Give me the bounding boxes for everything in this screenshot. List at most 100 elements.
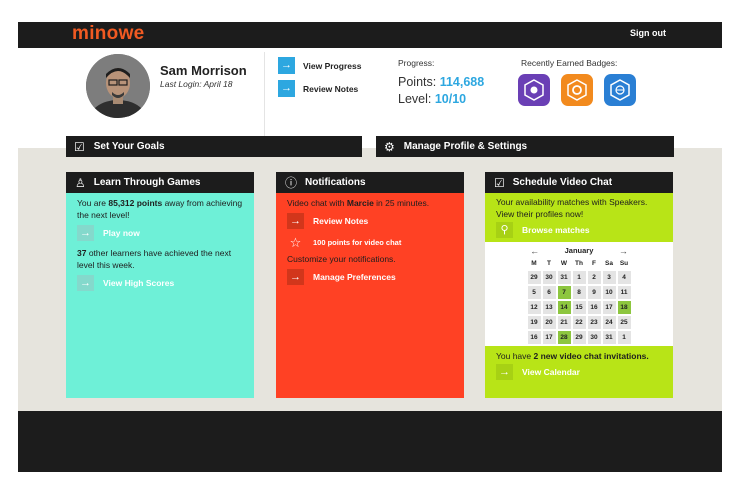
learners-text: 37 other learners have achieved the next… xyxy=(77,247,243,271)
badges-title: Recently Earned Badges: xyxy=(521,58,618,68)
set-goals-button[interactable]: ☑ Set Your Goals xyxy=(66,136,362,157)
schedule-card-body: Your availability matches with Speakers.… xyxy=(485,193,673,398)
games-card-body: You are 85,312 points away from achievin… xyxy=(66,193,254,398)
view-calendar-button[interactable]: → View Calendar xyxy=(496,364,662,380)
next-month-button[interactable]: → xyxy=(593,245,653,257)
star-icon: ☆ xyxy=(289,235,302,250)
view-progress-link[interactable]: → View Progress xyxy=(278,57,361,74)
calendar-day[interactable]: 11 xyxy=(617,286,631,299)
calendar-day[interactable]: 8 xyxy=(572,286,586,299)
weekday-label: Su xyxy=(619,260,629,267)
calendar-day[interactable]: 4 xyxy=(617,271,631,284)
calendar-day[interactable]: 1 xyxy=(617,331,631,344)
calendar-day[interactable]: 29 xyxy=(527,271,541,284)
view-progress-label: View Progress xyxy=(303,60,362,71)
games-card-header: ♙ Learn Through Games xyxy=(66,172,254,193)
notifications-card-body: Video chat with Marcie in 25 minutes. → … xyxy=(276,193,464,398)
calendar-day[interactable]: 16 xyxy=(527,331,541,344)
logo[interactable]: minowe xyxy=(72,23,145,45)
calendar-day-available[interactable]: 7 xyxy=(557,286,571,299)
calendar-day[interactable]: 1 xyxy=(572,271,586,284)
calendar-day[interactable]: 19 xyxy=(527,316,541,329)
badge-video-icon[interactable] xyxy=(518,74,550,106)
sign-out-link[interactable]: Sign out xyxy=(630,28,666,38)
last-login: Last Login: April 18 xyxy=(160,79,233,89)
avatar xyxy=(86,54,150,118)
calendar-day-available[interactable]: 18 xyxy=(617,301,631,314)
calendar-day[interactable]: 17 xyxy=(602,301,616,314)
calendar-day-available[interactable]: 14 xyxy=(557,301,571,314)
calendar-day[interactable]: 21 xyxy=(557,316,571,329)
weekday-label: W xyxy=(560,260,568,267)
calendar-day[interactable]: 16 xyxy=(587,301,601,314)
progress-title: Progress: xyxy=(398,58,435,68)
calendar-grid: M T W Th F Sa Su 29 30 31 1 2 3 4 5 6 7 8 9 10 11 12 13 14 15 16 1… xyxy=(485,259,673,344)
review-notes-button[interactable]: → Review Notes xyxy=(287,213,453,229)
profile-strip: Sam Morrison Last Login: April 18 → View… xyxy=(18,48,722,148)
schedule-card-title: Schedule Video Chat xyxy=(512,177,613,188)
calendar-day[interactable]: 30 xyxy=(587,331,601,344)
play-now-button[interactable]: → Play now xyxy=(77,225,243,241)
browse-matches-button[interactable]: ⚲ Browse matches xyxy=(496,222,662,238)
calendar-day-available[interactable]: 28 xyxy=(557,331,571,344)
calendar-day[interactable]: 31 xyxy=(557,271,571,284)
manage-profile-label: Manage Profile & Settings xyxy=(403,141,528,152)
calendar-day[interactable]: 2 xyxy=(587,271,601,284)
chess-icon: ♙ xyxy=(75,175,86,190)
calendar-day[interactable]: 10 xyxy=(602,286,616,299)
calendar-day[interactable]: 6 xyxy=(542,286,556,299)
badge-globe-icon[interactable] xyxy=(604,74,636,106)
text-segment: Video chat with xyxy=(287,198,347,208)
top-bar: minowe Sign out xyxy=(18,22,722,48)
calendar-day[interactable]: 30 xyxy=(542,271,556,284)
weekday-label: T xyxy=(547,260,551,267)
prev-month-button[interactable]: ← xyxy=(505,245,565,257)
weekday-label: F xyxy=(592,260,596,267)
text-segment: other learners have achieved the next le… xyxy=(77,248,232,270)
calendar-day[interactable]: 20 xyxy=(542,316,556,329)
calendar-day[interactable]: 17 xyxy=(542,331,556,344)
calendar-day[interactable]: 5 xyxy=(527,286,541,299)
arrow-right-icon: → xyxy=(77,275,94,291)
games-card: ♙ Learn Through Games You are 85,312 poi… xyxy=(66,172,254,398)
level-line: Level: 10/10 xyxy=(398,92,466,106)
calendar-day[interactable]: 9 xyxy=(587,286,601,299)
calendar-day[interactable]: 3 xyxy=(602,271,616,284)
calendar-day[interactable]: 24 xyxy=(602,316,616,329)
calendar-day[interactable]: 13 xyxy=(542,301,556,314)
schedule-card: ☑ Schedule Video Chat Your availability … xyxy=(485,172,673,398)
points-label: Points: xyxy=(398,75,437,89)
weekday-label: Sa xyxy=(605,260,613,267)
calendar-day[interactable]: 25 xyxy=(617,316,631,329)
calendar-icon: ☑ xyxy=(494,175,505,190)
availability-text: Your availability matches with Speakers.… xyxy=(496,197,648,219)
view-calendar-label: View Calendar xyxy=(522,367,580,377)
manage-profile-button[interactable]: ⚙ Manage Profile & Settings xyxy=(376,136,674,157)
chat-partner-name: Marcie xyxy=(346,198,374,208)
calendar: ← January → M T W Th F Sa Su 29 30 31 1 2 3 4 5 6 7 8 9 10 1… xyxy=(485,242,673,346)
text-segment: in 25 minutes. xyxy=(373,198,430,208)
review-notes-link[interactable]: → Review Notes xyxy=(278,80,358,97)
invitations-count: 2 new video chat invitations. xyxy=(533,351,649,361)
weekday-label: Th xyxy=(575,260,583,267)
calendar-month: January xyxy=(564,246,594,255)
manage-preferences-label: Manage Preferences xyxy=(313,272,396,282)
view-high-scores-button[interactable]: → View High Scores xyxy=(77,275,243,291)
points-away-text: You are 85,312 points away from achievin… xyxy=(77,197,243,221)
calendar-day[interactable]: 31 xyxy=(602,331,616,344)
calendar-day[interactable]: 29 xyxy=(572,331,586,344)
calendar-day[interactable]: 12 xyxy=(527,301,541,314)
manage-preferences-button[interactable]: → Manage Preferences xyxy=(287,269,453,285)
points-notification-label: 100 points for video chat xyxy=(313,238,402,247)
badge-gear-icon[interactable] xyxy=(561,74,593,106)
calendar-day[interactable]: 15 xyxy=(572,301,586,314)
notifications-card: ⓘ Notifications Video chat with Marcie i… xyxy=(276,172,464,398)
weekday-label: M xyxy=(531,260,537,267)
calendar-day[interactable]: 22 xyxy=(572,316,586,329)
calendar-day[interactable]: 23 xyxy=(587,316,601,329)
level-label: Level: xyxy=(398,92,432,106)
notifications-card-title: Notifications xyxy=(305,177,366,188)
arrow-right-icon: → xyxy=(278,57,295,74)
text-segment: You are xyxy=(77,198,109,208)
set-goals-label: Set Your Goals xyxy=(93,141,165,152)
